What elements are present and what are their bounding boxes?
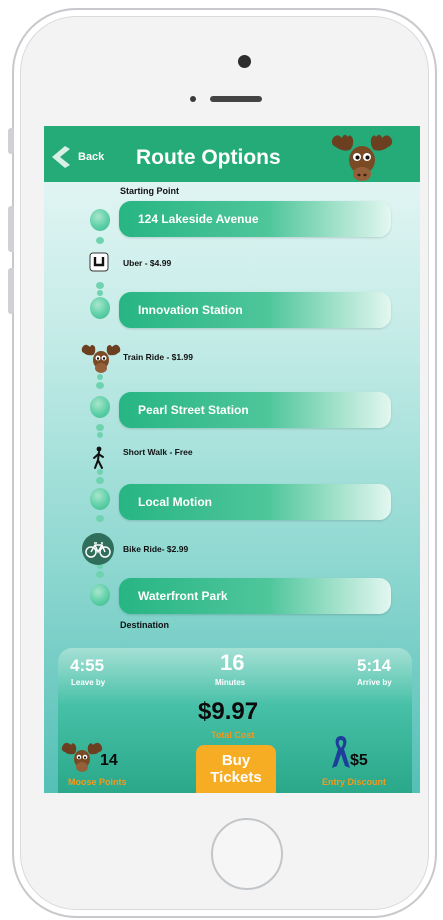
sensor	[190, 96, 196, 102]
volume-down-button	[8, 268, 14, 314]
leave-label: Leave by	[71, 678, 106, 687]
volume-up-button	[8, 206, 14, 252]
timeline-node	[90, 488, 110, 510]
trip-summary-card: 4:55 Leave by 16 Minutes 5:14 Arrive by …	[58, 648, 412, 793]
front-camera	[238, 55, 251, 68]
stop-card[interactable]: Innovation Station	[119, 292, 391, 328]
page-title: Route Options	[136, 146, 281, 169]
back-label: Back	[78, 151, 105, 163]
moose-points-label: Moose Points	[68, 777, 127, 787]
leave-time: 4:55	[70, 656, 105, 675]
timeline-dot	[96, 571, 104, 578]
leg-label: Short Walk - Free	[123, 447, 193, 457]
moose-logo-icon	[331, 134, 393, 181]
stop-card[interactable]: Local Motion	[119, 484, 391, 520]
timeline-node	[90, 209, 110, 231]
uber-icon	[89, 252, 109, 272]
buy-tickets-line2: Tickets	[210, 769, 262, 786]
timeline-dot	[97, 374, 103, 380]
timeline-dot	[96, 237, 104, 244]
walking-person-icon	[93, 446, 104, 469]
bicycle-icon	[82, 533, 114, 565]
timeline-dot	[97, 290, 103, 296]
starting-point-label: Starting Point	[120, 186, 179, 196]
buy-tickets-button[interactable]: Buy Tickets	[196, 745, 276, 793]
home-button[interactable]	[211, 818, 283, 890]
timeline-dot	[96, 424, 104, 431]
moose-points-icon	[61, 742, 103, 772]
timeline-node	[90, 584, 110, 606]
leg-label: Train Ride - $1.99	[123, 352, 193, 362]
earpiece-speaker	[210, 96, 262, 102]
moose-train-icon	[81, 344, 121, 373]
destination-label: Destination	[120, 620, 170, 630]
total-cost: $9.97	[198, 698, 259, 725]
duration-label: Minutes	[215, 678, 246, 687]
app-screen: Back Route Options Starting Point 124 La…	[44, 126, 420, 793]
stop-name: Waterfront Park	[138, 589, 228, 603]
trip-duration: 16	[220, 650, 245, 675]
timeline-dot	[96, 515, 104, 522]
stop-card[interactable]: 124 Lakeside Avenue	[119, 201, 391, 237]
timeline-dot	[97, 432, 103, 438]
stop-name: Pearl Street Station	[138, 403, 249, 417]
leg-label: Bike Ride- $2.99	[123, 544, 189, 554]
buy-tickets-line1: Buy	[221, 752, 251, 769]
total-cost-label: Total Cost	[211, 730, 255, 740]
stop-name: Local Motion	[138, 495, 212, 509]
arrive-label: Arrive by	[357, 678, 392, 687]
entry-discount-label: Entry Discount	[322, 777, 387, 787]
moose-points-value: 14	[100, 752, 118, 769]
stop-name: 124 Lakeside Avenue	[138, 212, 259, 226]
timeline-node	[90, 297, 110, 319]
timeline-dot	[96, 382, 104, 389]
timeline-node	[90, 396, 110, 418]
timeline-dot	[96, 282, 104, 289]
stop-card[interactable]: Waterfront Park	[119, 578, 391, 614]
mute-switch	[8, 128, 14, 154]
stop-card[interactable]: Pearl Street Station	[119, 392, 391, 428]
entry-discount-value: $5	[350, 752, 368, 769]
ribbon-icon	[332, 736, 350, 768]
nav-header: Back Route Options	[44, 126, 420, 182]
timeline-dot	[96, 477, 104, 484]
leg-label: Uber - $4.99	[123, 258, 172, 268]
stop-name: Innovation Station	[138, 303, 243, 317]
arrive-time: 5:14	[357, 656, 392, 675]
chevron-left-icon	[52, 146, 70, 168]
